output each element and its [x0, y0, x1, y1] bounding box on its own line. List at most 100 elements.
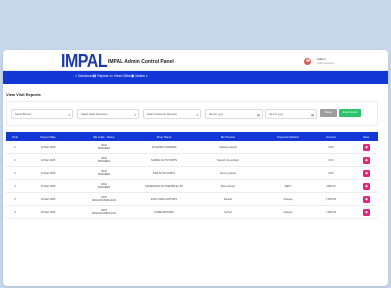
avatar[interactable] [304, 58, 311, 65]
column-header: Report Date [40, 134, 56, 139]
nav-reports[interactable]: ▤ Reports ▾ [93, 74, 111, 78]
chevron-down-icon: ▾ [196, 112, 198, 117]
chevron-down-icon: ▾ [146, 74, 148, 78]
calendar-icon: ▦ [311, 112, 314, 117]
cell-amount: 7,500.00 [325, 198, 337, 201]
view-button[interactable]: ◉ [363, 183, 370, 190]
branch-select-value: Select Branch [15, 113, 32, 116]
cell-shop: EAST MAIN MOTORS [151, 198, 177, 201]
cell-se: 3044 PRAVEEN [74, 170, 134, 176]
view-button[interactable]: ◉ [363, 157, 370, 164]
nav-reports-label: Reports [97, 74, 109, 78]
cell-met-person: Dinesh [223, 198, 233, 201]
column-header: S.No [11, 134, 19, 139]
cell-se-name: PRAVEEN [97, 147, 111, 151]
cell-amount: 1000.00 [326, 185, 336, 188]
page-title: View Visit Reports [6, 92, 41, 97]
cell-met-person: Kumar [224, 211, 232, 214]
cell-met-person: Jebaraj (owner) [218, 146, 238, 149]
cell-date: 13 Mar 2025 [40, 185, 56, 188]
cell-sno: 3 [14, 172, 16, 175]
sales-executive-value: Select Sales Executive [81, 113, 108, 116]
app-header: IMPAL IMPAL Admin Control Panel Admin Ad… [3, 50, 388, 72]
sales-executive-select[interactable]: Select Sales Executive ▾ [77, 109, 139, 119]
cell-date: 13 Mar 2025 [40, 172, 56, 175]
cell-amount: 0.00 [328, 146, 334, 149]
cell-sno: 2 [14, 159, 16, 162]
table-row: 1 13 Mar 2025 3044 PRAVEEN JAYAMMA TRADER… [6, 141, 378, 154]
calendar-icon: ▦ [257, 112, 260, 117]
view-button[interactable]: ◉ [363, 170, 370, 177]
view-button[interactable]: ◉ [363, 209, 370, 216]
column-header: Amount [326, 134, 336, 139]
cell-met-person: Jenny (owner) [219, 172, 237, 175]
cell-amount: 0.00 [328, 172, 334, 175]
column-header: View [362, 134, 369, 139]
cell-se: 3278 MOHAN MURUGAN [74, 196, 134, 202]
cell-met-person: Siva (owner) [220, 185, 236, 188]
eye-icon: ◉ [364, 145, 369, 149]
table-row: 3 13 Mar 2025 3044 PRAVEEN KAR AUTO PARTS… [6, 167, 378, 180]
cell-shop: KAR AUTO PARTS [152, 172, 176, 175]
eye-icon: ◉ [364, 158, 369, 162]
cell-se-name: PRAVEEN [97, 186, 111, 190]
table-row: 5 13 Mar 2025 3278 MOHAN MURUGAN EAST MAI… [6, 193, 378, 206]
table-row: 2 13 Mar 2025 3044 PRAVEEN SUREN AUTO PAR… [6, 154, 378, 167]
cell-se: 3044 PRAVEEN [74, 144, 134, 150]
building-icon: ⌂ [111, 74, 114, 78]
eye-icon: ◉ [364, 184, 369, 188]
cell-sno: 4 [14, 185, 16, 188]
cell-date: 13 Mar 2025 [40, 159, 56, 162]
cell-met-person: Suresh (co-worker) [216, 159, 240, 162]
customer-select[interactable]: Select Customer Name(s) ▾ [143, 109, 201, 119]
chevron-down-icon: ▾ [68, 112, 70, 117]
cell-se-name: PRAVEEN [97, 160, 111, 164]
nav-master-label: Master [135, 74, 146, 78]
from-date-value: dd-mm-yyyy [209, 113, 224, 116]
cell-se-name: PRAVEEN [97, 173, 111, 177]
export-excel-button[interactable]: Export Excel [339, 109, 361, 117]
dashboard-icon: ⌂ [75, 74, 78, 78]
cell-sno: 6 [14, 211, 16, 214]
reset-button[interactable]: Reset [320, 109, 337, 117]
eye-icon: ◉ [364, 171, 369, 175]
view-button[interactable]: ◉ [363, 196, 370, 203]
reports-icon: ▤ [93, 74, 97, 78]
from-date-input[interactable]: dd-mm-yyyy ▦ [205, 109, 263, 119]
nav-master[interactable]: ▣ Master ▾ [131, 74, 148, 78]
branch-select[interactable]: Select Branch ▾ [11, 109, 73, 119]
cell-date: 13 Mar 2025 [40, 198, 56, 201]
cell-se: 3278 MOHAN MURUGAN [74, 209, 134, 215]
logo: IMPAL [61, 52, 108, 72]
eye-icon: ◉ [364, 210, 369, 214]
cell-date: 13 Mar 2025 [40, 211, 56, 214]
app-title: IMPAL Admin Control Panel [108, 59, 174, 65]
to-date-value: dd-mm-yyyy [269, 113, 284, 116]
nav-head-office-label: Head Office [114, 74, 131, 78]
nav-head-office[interactable]: ⌂ Head Office [111, 74, 131, 78]
cell-sno: 1 [14, 146, 16, 149]
cell-date: 13 Mar 2025 [40, 146, 56, 149]
cell-sno: 5 [14, 198, 16, 201]
cell-amount: 0.00 [328, 159, 334, 162]
cell-shop: SUREN AUTO PARTS [151, 159, 177, 162]
column-header: Met Person [220, 134, 236, 139]
cell-shop: SIVARAMAN AUTOMOBILE LTD [144, 185, 184, 188]
column-header: Shop Name [156, 134, 172, 139]
user-role: Administrator [317, 61, 335, 65]
table-row: 6 13 Mar 2025 3278 MOHAN MURUGAN HOME MOT… [6, 206, 378, 219]
table-row: 4 13 Mar 2025 3044 PRAVEEN SIVARAMAN AUTO… [6, 180, 378, 193]
nav-dashboard[interactable]: ⌂ Dashboard [75, 74, 94, 78]
cell-shop: JAYAMMA TRADERS [151, 146, 177, 149]
nav-dashboard-label: Dashboard [78, 74, 94, 78]
chevron-down-icon: ▾ [134, 112, 136, 117]
view-button[interactable]: ◉ [363, 144, 370, 151]
customer-select-value: Select Customer Name(s) [147, 113, 177, 116]
eye-icon: ◉ [364, 197, 369, 201]
column-header: SE Code - Name [93, 134, 115, 139]
master-icon: ▣ [131, 74, 135, 78]
cell-amount: 7,852.00 [325, 211, 337, 214]
navbar: ⌂ Dashboard ▤ Reports ▾ ⌂ Head Office ▣ … [3, 71, 388, 84]
cell-shop: HOME MOTORS [154, 211, 174, 214]
to-date-input[interactable]: dd-mm-yyyy ▦ [265, 109, 317, 119]
